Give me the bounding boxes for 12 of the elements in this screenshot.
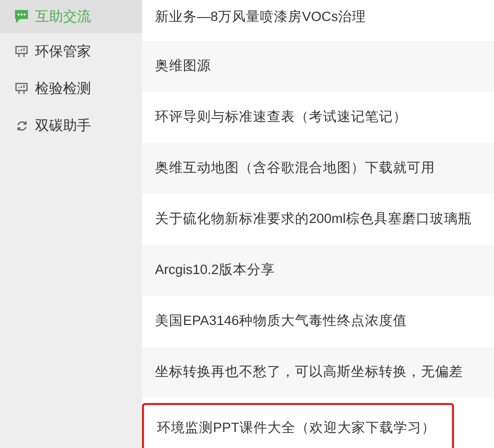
sidebar-item[interactable]: 检验检测 <box>0 70 142 107</box>
post-item[interactable]: 奥维互动地图（含谷歌混合地图）下载就可用 <box>142 143 494 194</box>
post-item[interactable]: 环境监测PPT课件大全（欢迎大家下载学习） <box>142 403 454 448</box>
refresh-icon <box>16 120 28 132</box>
sidebar-item[interactable]: 双碳助手 <box>0 107 142 144</box>
presentation-board-icon <box>15 45 28 58</box>
post-item[interactable]: Arcgis10.2版本分享 <box>142 245 494 296</box>
chat-bubble-icon <box>14 9 29 24</box>
post-item[interactable]: 奥维图源 <box>142 41 494 92</box>
post-item[interactable]: 坐标转换再也不愁了，可以高斯坐标转换，无偏差 <box>142 347 494 398</box>
presentation-board-icon <box>15 82 28 95</box>
sidebar-item[interactable]: 环保管家 <box>0 33 142 70</box>
